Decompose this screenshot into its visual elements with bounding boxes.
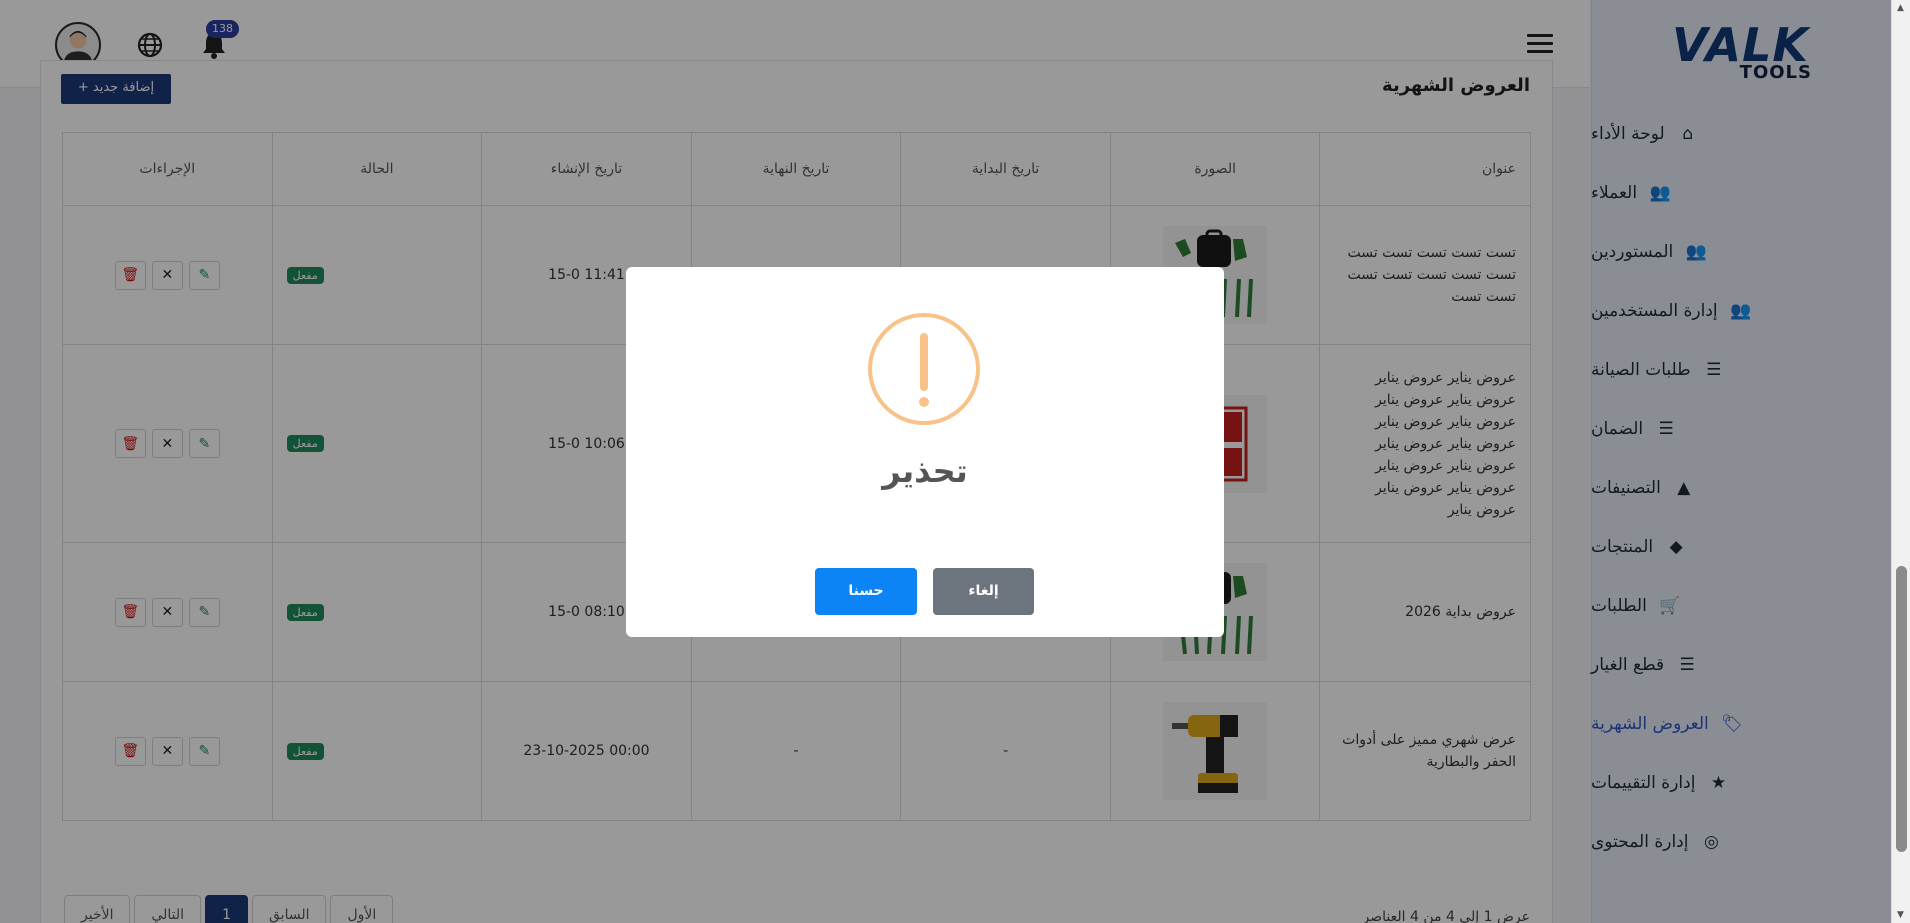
cancel-button[interactable]: إلغاء xyxy=(933,568,1034,615)
warning-dialog: تحذير حسنا إلغاء xyxy=(626,267,1224,637)
warning-icon xyxy=(868,313,980,425)
scroll-up-icon[interactable]: ▲ xyxy=(1897,3,1904,13)
page-scrollbar[interactable]: ▲ ▼ xyxy=(1891,0,1910,923)
ok-button[interactable]: حسنا xyxy=(815,568,917,615)
dialog-title: تحذير xyxy=(882,452,968,490)
scroll-down-icon[interactable]: ▼ xyxy=(1897,910,1904,920)
scroll-thumb[interactable] xyxy=(1896,566,1907,852)
